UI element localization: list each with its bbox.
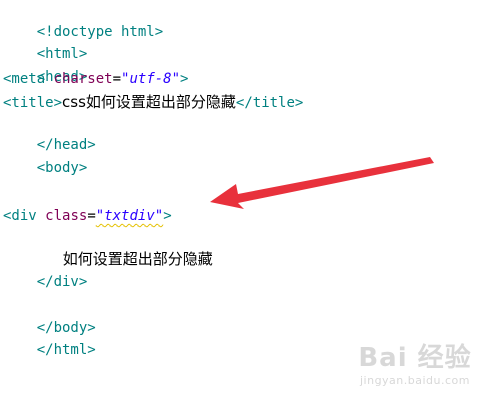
watermark-logo: Bai 经验: [358, 343, 472, 373]
arrow-icon: [210, 157, 434, 209]
watermark-url: jingyan.baidu.com: [359, 374, 470, 387]
baidu-jingyan-watermark: Bai 经验 jingyan.baidu.com: [340, 342, 490, 404]
